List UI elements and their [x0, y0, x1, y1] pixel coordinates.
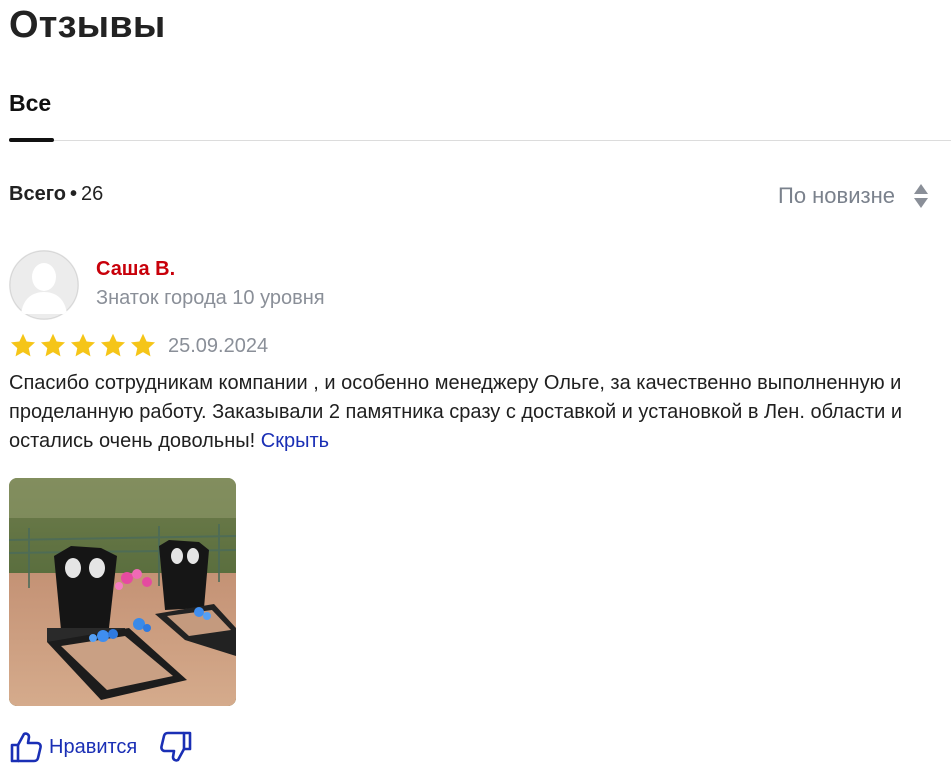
star-icon — [70, 333, 96, 357]
rating-stars — [9, 332, 157, 360]
active-tab-indicator — [9, 138, 54, 142]
like-button[interactable]: Нравится — [9, 730, 137, 764]
review-photo[interactable] — [9, 478, 236, 706]
author-avatar[interactable] — [9, 250, 79, 320]
like-label: Нравится — [49, 735, 138, 758]
sort-selector[interactable]: По новизне — [778, 183, 895, 209]
thumbs-down-icon — [160, 731, 192, 762]
separator: • — [69, 183, 77, 205]
review-text: Спасибо сотрудникам компании , и особенн… — [9, 369, 929, 456]
total-count: 26 — [81, 183, 104, 205]
reviews-summary: Всего • 26 — [9, 183, 103, 206]
star-icon — [100, 333, 126, 357]
tabs-divider — [9, 140, 951, 141]
tab-all[interactable]: Все — [9, 90, 51, 117]
page-title: Отзывы — [9, 4, 166, 46]
star-icon — [40, 333, 66, 357]
dislike-button[interactable] — [159, 730, 193, 764]
thumbs-up-icon — [10, 732, 42, 763]
review-reactions: Нравится — [9, 730, 193, 764]
photo-image — [9, 478, 236, 706]
sort-arrows-icon[interactable] — [913, 183, 929, 209]
total-label: Всего — [9, 183, 66, 205]
author-name[interactable]: Саша В. — [96, 258, 175, 281]
star-icon — [10, 333, 36, 357]
default-avatar-icon — [9, 250, 79, 320]
author-level: Знаток города 10 уровня — [96, 287, 325, 309]
star-icon — [130, 333, 156, 357]
review-body: Спасибо сотрудникам компании , и особенн… — [9, 372, 902, 452]
review-date: 25.09.2024 — [168, 335, 269, 357]
hide-review-link[interactable]: Скрыть — [261, 430, 329, 452]
